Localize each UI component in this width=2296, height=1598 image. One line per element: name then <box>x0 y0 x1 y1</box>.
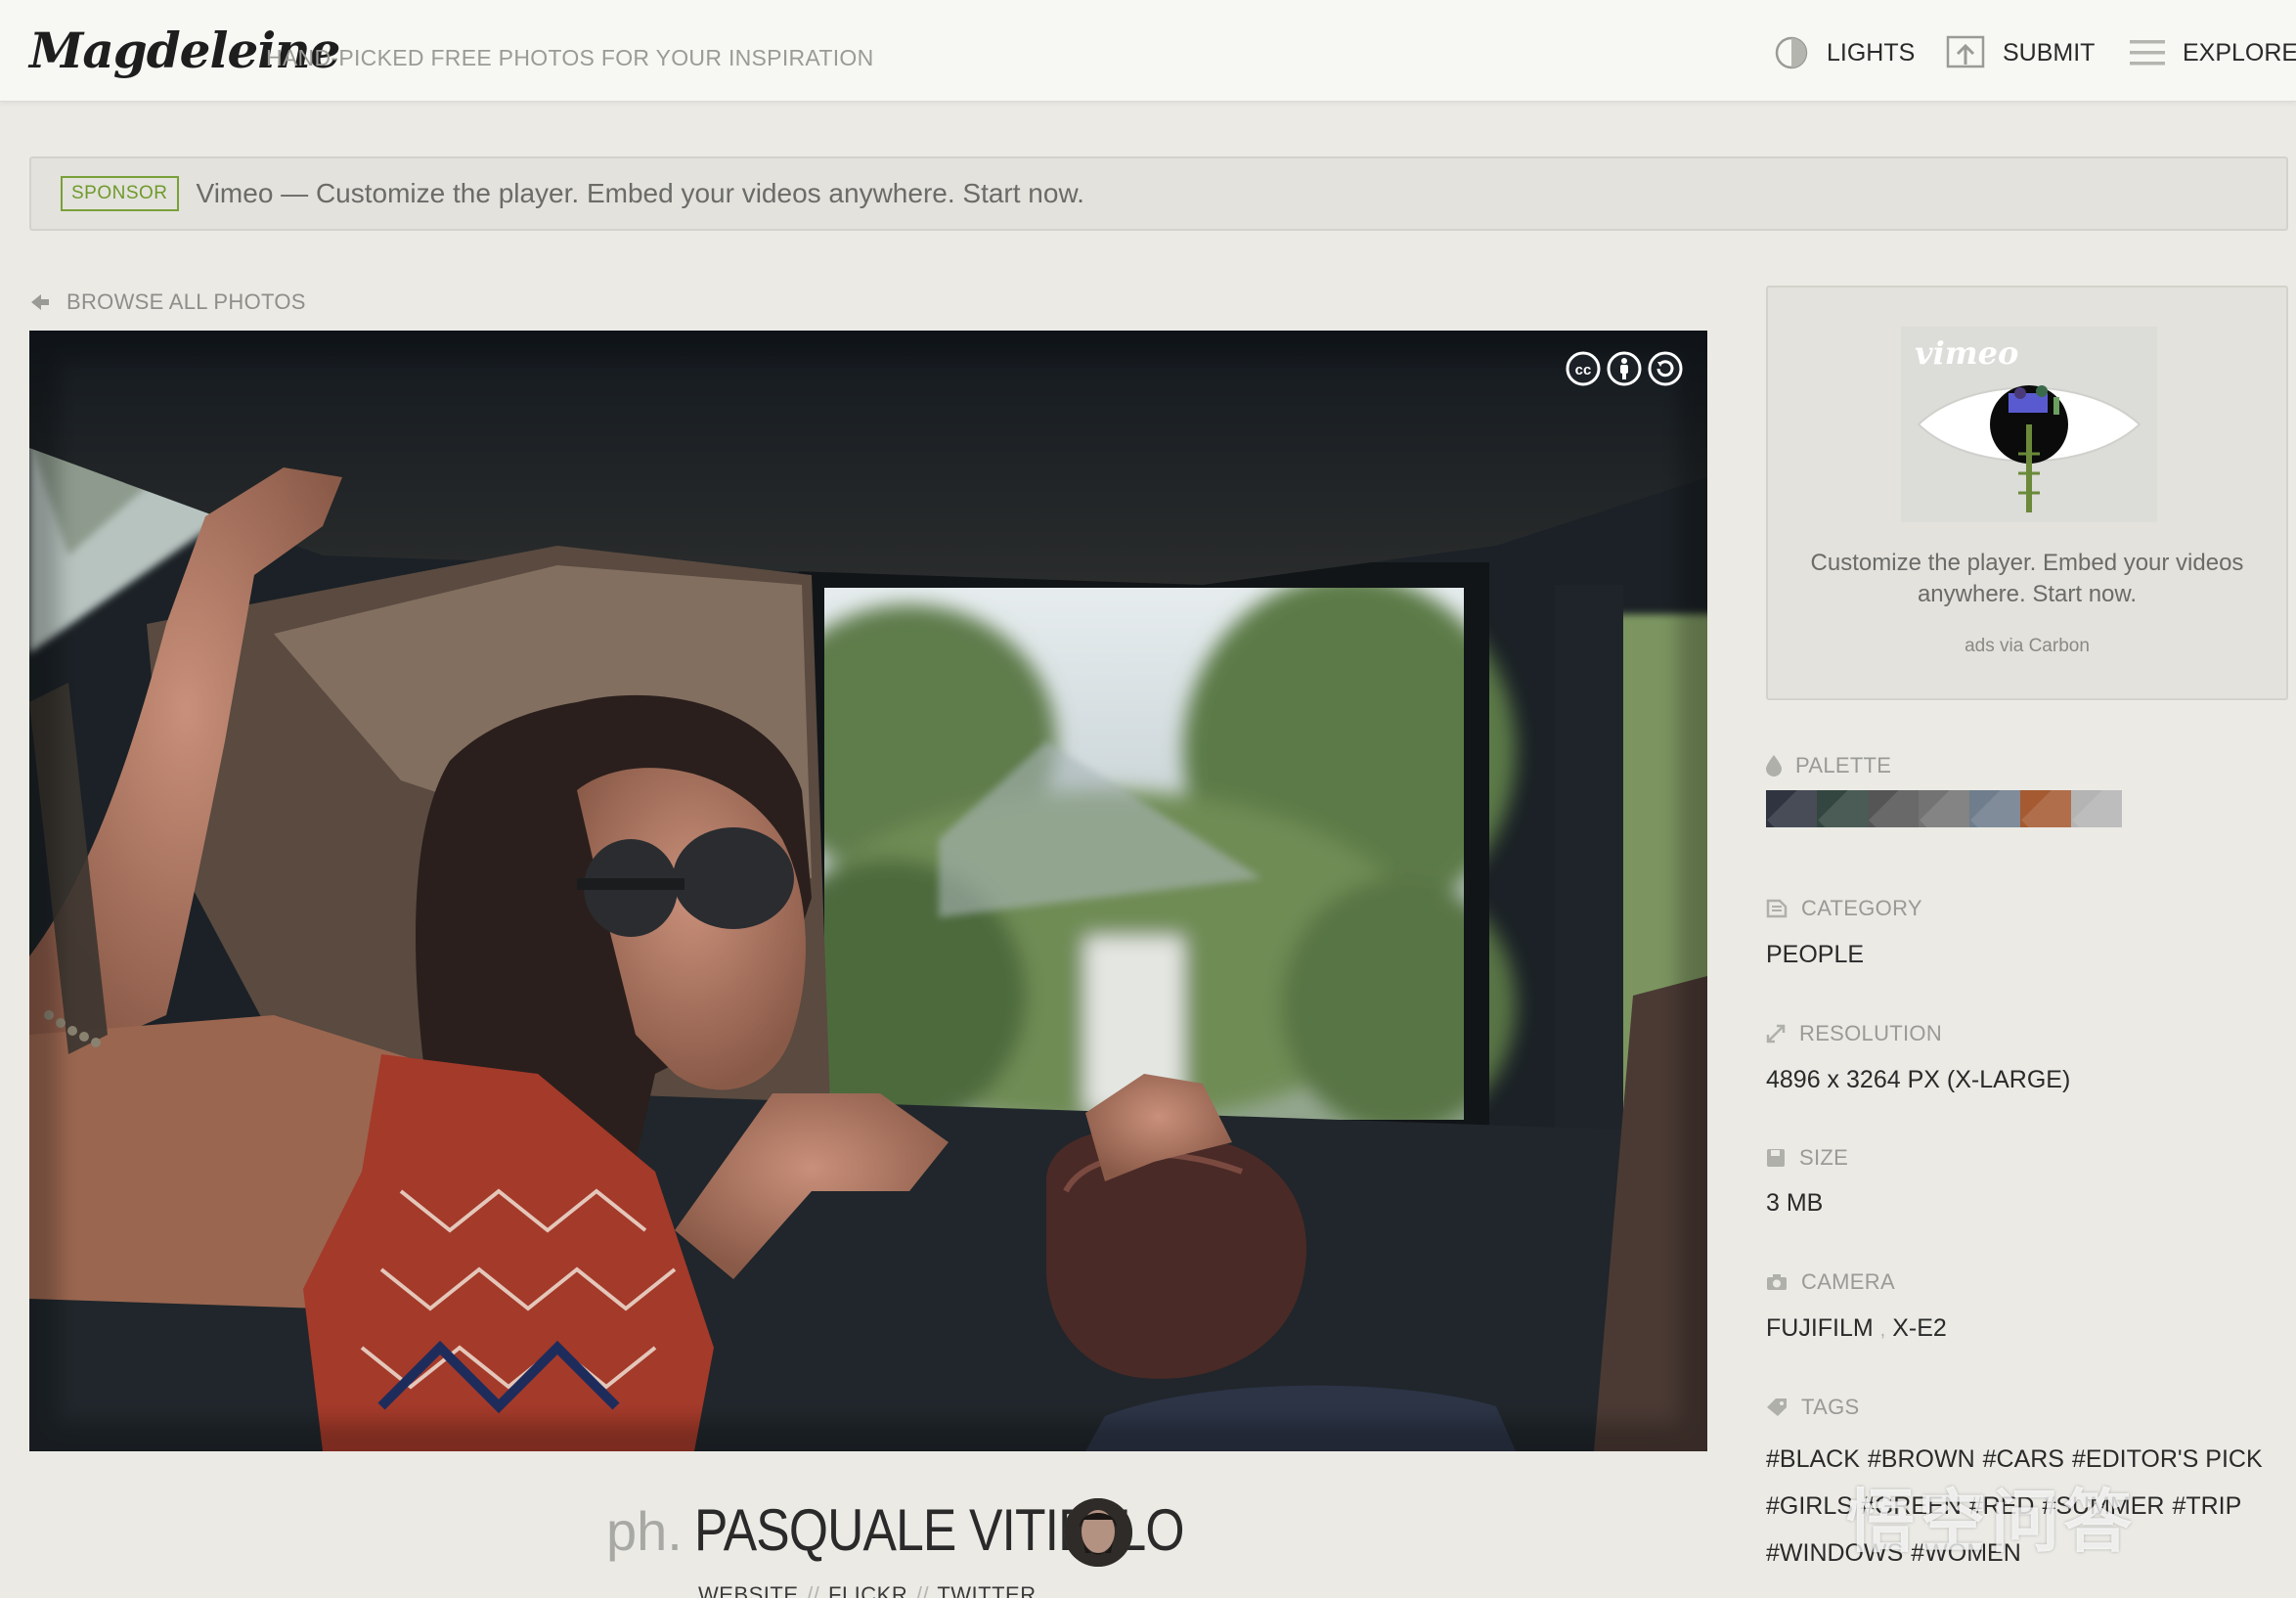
nav-submit-button[interactable]: SUBMIT <box>1946 33 2095 72</box>
tag-link[interactable]: #RED <box>1969 1483 2035 1530</box>
nav-explore-label: EXPLORE <box>2183 38 2296 67</box>
menu-icon <box>2130 40 2165 66</box>
sponsor-bar[interactable]: SPONSOR Vimeo — Customize the player. Em… <box>29 156 2288 231</box>
nav-lights-label: LIGHTS <box>1827 38 1916 67</box>
photographer-avatar[interactable] <box>1064 1498 1132 1567</box>
color-palette <box>1766 790 2122 827</box>
palette-swatch[interactable] <box>2020 790 2071 827</box>
cc-icon[interactable]: cc <box>1565 350 1602 387</box>
sponsor-text[interactable]: Vimeo — Customize the player. Embed your… <box>197 178 1084 209</box>
tags-label: TAGS <box>1766 1395 1859 1420</box>
resolution-value: 4896 x 3264 PX (X-LARGE) <box>1766 1066 2071 1093</box>
ad-text[interactable]: Customize the player. Embed your videos … <box>1768 548 2286 610</box>
tag-link[interactable]: #EDITOR'S PICK <box>2072 1436 2263 1483</box>
palette-swatch[interactable] <box>1919 790 1969 827</box>
palette-swatch[interactable] <box>1817 790 1868 827</box>
main-photo[interactable]: cc <box>29 331 1707 1451</box>
svg-text:cc: cc <box>1575 362 1592 378</box>
browse-all-link[interactable]: BROWSE ALL PHOTOS <box>31 289 306 315</box>
tag-link[interactable]: #GIRLS <box>1766 1483 1853 1530</box>
flickr-link[interactable]: FLICKR <box>828 1582 907 1598</box>
tag-link[interactable]: #SUMMER <box>2042 1483 2164 1530</box>
camera-label: CAMERA <box>1766 1269 1895 1295</box>
camera-value: FUJIFILM , X-E2 <box>1766 1314 1947 1343</box>
ad-brand-text: vimeo <box>1915 334 2018 372</box>
link-separator: // <box>807 1582 820 1598</box>
floppy-disk-icon <box>1767 1149 1785 1167</box>
size-label-text: SIZE <box>1799 1145 1849 1170</box>
nav-submit-label: SUBMIT <box>2003 38 2096 67</box>
sponsor-badge: SPONSOR <box>61 176 179 211</box>
nav-lights-button[interactable]: LIGHTS <box>1774 33 1915 72</box>
camera-separator: , <box>1879 1319 1886 1341</box>
palette-swatch[interactable] <box>1868 790 1919 827</box>
category-label: CATEGORY <box>1766 896 1922 921</box>
ad-via[interactable]: ads via Carbon <box>1768 636 2286 657</box>
size-value: 3 MB <box>1766 1189 1824 1217</box>
category-label-text: CATEGORY <box>1801 896 1922 920</box>
photographer-links: WEBSITE // FLICKR // TWITTER <box>698 1582 1037 1598</box>
back-arrow-icon <box>31 294 49 310</box>
palette-label: PALETTE <box>1766 753 1891 778</box>
tags-label-text: TAGS <box>1801 1395 1860 1419</box>
palette-swatch[interactable] <box>1766 790 1817 827</box>
tag-link[interactable]: #BROWN <box>1868 1436 1975 1483</box>
attribution-icon[interactable] <box>1606 350 1643 387</box>
tag-link[interactable]: #GREEN <box>1861 1483 1962 1530</box>
photo-image <box>29 331 1707 1451</box>
resolution-label: RESOLUTION <box>1766 1021 1942 1046</box>
ad-image[interactable]: vimeo <box>1901 327 2157 522</box>
tag-link[interactable]: #BLACK <box>1766 1436 1860 1483</box>
upload-icon <box>1946 35 1985 68</box>
link-separator: // <box>915 1582 930 1598</box>
palette-swatch[interactable] <box>2071 790 2122 827</box>
drop-icon <box>1766 755 1782 777</box>
camera-make[interactable]: FUJIFILM <box>1766 1314 1874 1342</box>
palette-label-text: PALETTE <box>1795 753 1892 777</box>
tag-link[interactable]: #WOMEN <box>1911 1530 2021 1576</box>
category-value[interactable]: PEOPLE <box>1766 941 1864 969</box>
share-alike-icon[interactable] <box>1647 350 1684 387</box>
license-icons: cc <box>1565 350 1684 387</box>
photographer-credit: ph. PASQUALE VITIELLO <box>606 1496 1263 1564</box>
website-link[interactable]: WEBSITE <box>698 1582 799 1598</box>
camera-icon <box>1767 1274 1787 1290</box>
camera-model[interactable]: X-E2 <box>1892 1314 1947 1342</box>
size-label: SIZE <box>1766 1145 1848 1171</box>
tag-list: #BLACK #BROWN #CARS #EDITOR'S PICK #GIRLS #GR… <box>1766 1436 2294 1576</box>
lights-icon <box>1775 36 1808 69</box>
tag-link[interactable]: #CARS <box>1983 1436 2064 1483</box>
browse-all-label: BROWSE ALL PHOTOS <box>66 289 306 314</box>
camera-label-text: CAMERA <box>1801 1269 1895 1294</box>
palette-swatch[interactable] <box>1969 790 2020 827</box>
tag-icon <box>1767 1398 1787 1416</box>
expand-icon <box>1766 1024 1786 1043</box>
site-header: Magdeleine HAND-PICKED FREE PHOTOS FOR Y… <box>0 0 2296 102</box>
carbon-ad[interactable]: vimeo Customize the player. Embed your v… <box>1766 286 2288 700</box>
photographer-prefix: ph. <box>606 1500 683 1562</box>
tag-link[interactable]: #TRIP <box>2172 1483 2241 1530</box>
tag-link[interactable]: #WINDOWS <box>1766 1530 1903 1576</box>
site-tagline: HAND-PICKED FREE PHOTOS FOR YOUR INSPIRA… <box>266 45 874 70</box>
resolution-label-text: RESOLUTION <box>1799 1021 1943 1045</box>
nav-explore-button[interactable]: EXPLORE <box>2130 33 2296 72</box>
category-icon <box>1766 899 1788 918</box>
twitter-link[interactable]: TWITTER <box>937 1582 1036 1598</box>
